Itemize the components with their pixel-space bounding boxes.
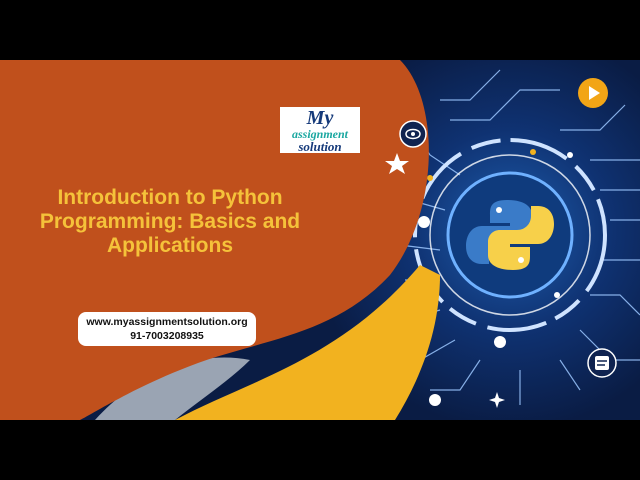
contact-card: www.myassignmentsolution.org 91-70032089… [78,312,256,346]
brand-logo: My assignment solution [280,107,360,153]
thumbnail-banner: My assignment solution Introduction to P… [0,60,640,420]
title-line-2: Programming: Basics and [39,210,301,233]
website-link[interactable]: www.myassignmentsolution.org [78,315,256,329]
title-line-3: Applications [106,234,233,257]
page-title: Introduction to Python Programming: Basi… [20,186,320,258]
title-line-1: Introduction to Python [57,186,283,209]
phone-number: 91-7003208935 [130,330,204,342]
logo-line-solution: solution [298,139,342,154]
play-icon[interactable] [578,78,608,108]
document-icon [587,348,617,378]
brain-icon [399,120,427,148]
logo-line-my: My [306,107,334,129]
